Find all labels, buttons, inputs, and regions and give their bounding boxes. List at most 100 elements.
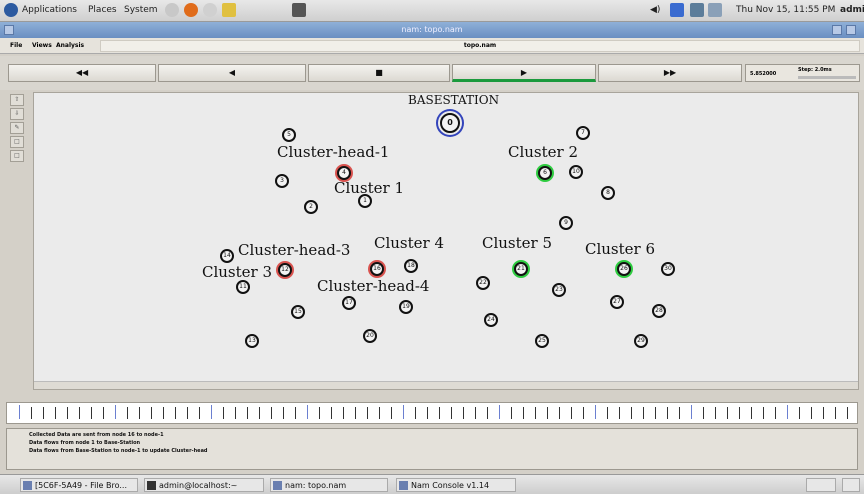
node-17[interactable]: 17 [342,296,356,310]
task-terminal[interactable]: admin@localhost:~ [144,478,264,492]
node-21[interactable]: 21 [514,262,528,276]
node-20[interactable]: 20 [363,329,377,343]
node-7[interactable]: 7 [576,126,590,140]
zoom-in-icon[interactable]: ⇧ [10,94,24,106]
node-2[interactable]: 2 [304,200,318,214]
node-10[interactable]: 10 [569,165,583,179]
log-line-1: Collected Data are sent from node 16 to … [29,432,164,438]
edit-icon[interactable]: ✎ [10,122,24,134]
node-23[interactable]: 23 [552,283,566,297]
task-nam[interactable]: nam: topo.nam [270,478,388,492]
zoom-out-icon[interactable]: ⇩ [10,108,24,120]
timeline-tick [307,405,308,419]
step-size[interactable]: Step: 2.0ms [798,67,832,73]
show-desktop-button[interactable] [806,478,836,492]
menu-views[interactable]: Views [32,42,52,49]
timeline-tick [763,407,764,419]
node-26[interactable]: 26 [617,262,631,276]
menu-places[interactable]: Places [88,5,117,15]
node-27[interactable]: 27 [610,295,624,309]
timeline-tick [163,407,164,419]
window-menu-icon[interactable] [4,25,14,35]
timeline-tick [607,407,608,419]
node-30[interactable]: 30 [661,262,675,276]
menu-analysis[interactable]: Analysis [56,42,84,49]
node-1[interactable]: 1 [358,194,372,208]
timeline-tick [295,407,296,419]
terminal-icon[interactable] [292,3,306,17]
notes-icon[interactable] [222,3,236,17]
firefox-icon[interactable] [184,3,198,17]
volume-icon[interactable]: ◀) [650,5,660,15]
current-time: 5.852000 [750,71,777,77]
canvas-scrollbar[interactable] [34,381,858,389]
event-log: Collected Data are sent from node 16 to … [6,428,858,470]
timeline-tick [799,407,800,419]
timeline-tick [439,407,440,419]
tool-icon-2[interactable]: □ [10,150,24,162]
label-cluster-3: Cluster 3 [202,263,273,281]
node-4[interactable]: 4 [337,166,351,180]
node-25[interactable]: 25 [535,334,549,348]
user-name[interactable]: admi [840,5,864,15]
node-28[interactable]: 28 [652,304,666,318]
window-title-bar: nam: topo.nam [0,22,864,38]
fast-forward-button[interactable]: ▶▶ [598,64,742,82]
network-icon[interactable] [690,3,704,17]
timeline-tick [415,407,416,419]
node-0[interactable]: 0 [440,113,460,133]
node-9[interactable]: 9 [559,216,573,230]
help-icon[interactable] [165,3,179,17]
timeline-tick [811,407,812,419]
node-19[interactable]: 19 [399,300,413,314]
menu-file[interactable]: File [10,42,22,49]
node-24[interactable]: 24 [484,313,498,327]
menu-system[interactable]: System [124,5,158,15]
node-5[interactable]: 5 [282,128,296,142]
task-file-browser[interactable]: [5C6F-5A49 - File Bro... [20,478,138,492]
step-slider[interactable] [798,76,856,79]
node-13[interactable]: 13 [245,334,259,348]
timeline-tick [643,407,644,419]
node-29[interactable]: 29 [634,334,648,348]
node-3[interactable]: 3 [275,174,289,188]
timeline-tick [487,407,488,419]
node-22[interactable]: 22 [476,276,490,290]
timeline-tick [715,407,716,419]
tool-icon[interactable]: □ [10,136,24,148]
node-15[interactable]: 15 [291,305,305,319]
timeline-tick [463,407,464,419]
log-line-2: Data flows from node 1 to Base-Station [29,440,141,446]
timeline-tick [703,407,704,419]
play-button[interactable]: ▶ [452,64,596,82]
bluetooth-icon[interactable] [670,3,684,17]
minimize-icon[interactable] [832,25,842,35]
node-6[interactable]: 6 [538,166,552,180]
task-nam-console[interactable]: Nam Console v1.14 [396,478,516,492]
node-11[interactable]: 11 [236,280,250,294]
node-16[interactable]: 16 [370,262,384,276]
timeline-tick [175,407,176,419]
step-back-button[interactable]: ◀ [158,64,306,82]
clock[interactable]: Thu Nov 15, 11:55 PM [736,5,835,15]
close-icon[interactable] [846,25,856,35]
network-canvas[interactable]: BASESTATION 0 5 Cluster-head-1 4 Cluster… [33,92,859,390]
timeline-slider[interactable] [6,402,858,424]
timeline-tick [535,407,536,419]
applications-icon[interactable] [4,3,18,17]
node-8[interactable]: 8 [601,186,615,200]
node-14[interactable]: 14 [220,249,234,263]
timeline-tick [91,407,92,419]
mail-icon[interactable] [203,3,217,17]
node-18[interactable]: 18 [404,259,418,273]
timeline-tick [283,407,284,419]
node-12[interactable]: 12 [278,263,292,277]
battery-icon[interactable] [708,3,722,17]
timeline-tick [631,407,632,419]
stop-button[interactable]: ■ [308,64,450,82]
menu-applications[interactable]: Applications [22,5,77,15]
timeline-tick [127,407,128,419]
label-cluster-head-1: Cluster-head-1 [277,143,390,161]
workspace-switcher[interactable] [842,478,860,492]
rewind-button[interactable]: ◀◀ [8,64,156,82]
